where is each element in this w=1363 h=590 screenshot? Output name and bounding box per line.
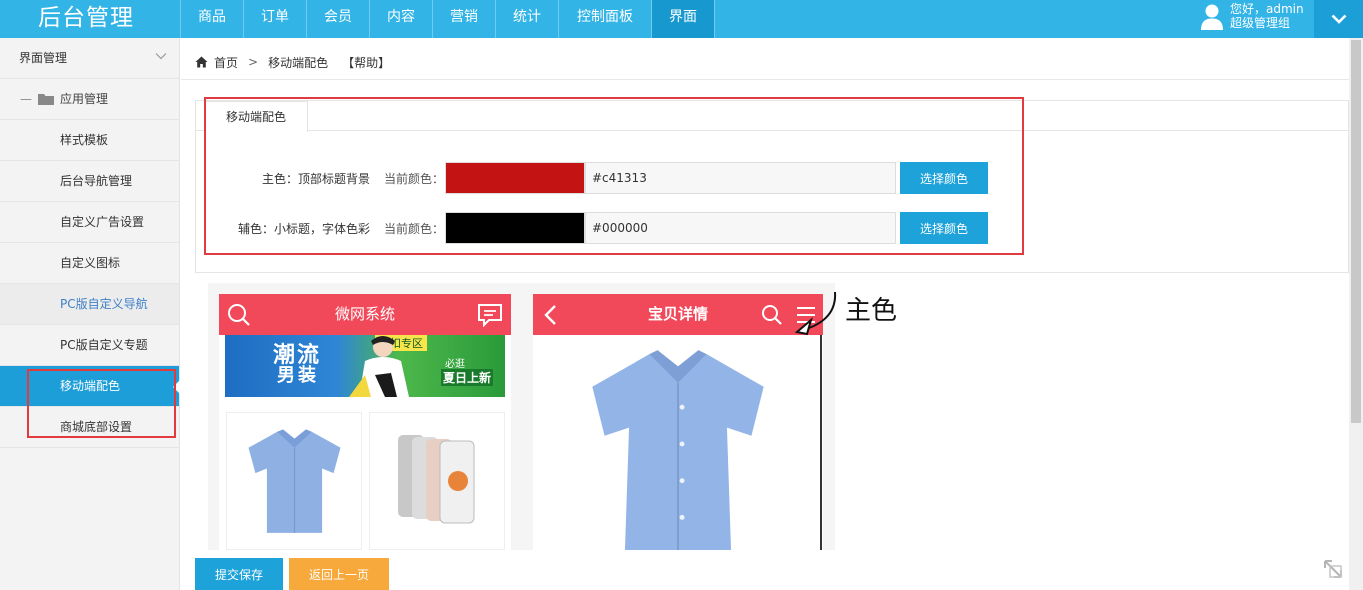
nav-item-marketing[interactable]: 营销 [432, 0, 495, 38]
sidebar: 界面管理 — 应用管理 样式模板 后台导航管理 自定义广告设置 自定义图标 PC… [0, 38, 180, 590]
sidebar-header-label: 界面管理 [19, 51, 68, 65]
search-icon [228, 304, 250, 326]
secondary-color-swatch[interactable] [445, 212, 585, 244]
primary-color-row: 主色：顶部标题背景 当前颜色： 选择颜色 [196, 162, 1096, 194]
top-bar: 后台管理 商品 订单 会员 内容 营销 统计 控制面板 界面 您好，admin … [0, 0, 1363, 38]
sidebar-header[interactable]: 界面管理 [0, 38, 179, 79]
primary-color-swatch[interactable] [445, 162, 585, 194]
sidebar-item-pc-nav[interactable]: PC版自定义导航 [0, 284, 179, 325]
product-card-phone[interactable] [369, 412, 505, 550]
home-icon [195, 56, 208, 68]
secondary-color-input[interactable] [585, 212, 896, 244]
back-arrow-icon [544, 305, 556, 325]
user-menu-toggle[interactable] [1314, 0, 1363, 38]
nav-item-orders[interactable]: 订单 [243, 0, 306, 38]
nav-divider [714, 0, 715, 38]
annotation-label: 主色 [845, 296, 898, 326]
nav-item-members[interactable]: 会员 [306, 0, 369, 38]
banner-subline: 男装 [277, 365, 319, 386]
promo-banner: 折扣专区 潮流 男装 必逛 夏日上新 [225, 335, 505, 397]
breadcrumb-current: 移动端配色 [268, 55, 329, 70]
breadcrumb-home[interactable]: 首页 [214, 54, 238, 71]
phone-edge-line [820, 335, 822, 550]
back-button[interactable]: 返回上一页 [289, 558, 389, 590]
search-icon [762, 305, 782, 325]
chevron-down-icon [155, 53, 167, 60]
vertical-scrollbar[interactable] [1349, 38, 1363, 590]
nav-item-products[interactable]: 商品 [180, 0, 243, 38]
submit-save-button[interactable]: 提交保存 [195, 558, 283, 590]
user-avatar-icon [1201, 4, 1223, 30]
sidebar-item-custom-ads[interactable]: 自定义广告设置 [0, 202, 179, 243]
current-color-label: 当前颜色： [384, 172, 445, 186]
model-figure-icon [349, 336, 409, 397]
primary-color-input[interactable] [585, 162, 896, 194]
current-color-label: 当前颜色： [384, 222, 445, 236]
sidebar-item-footer-settings[interactable]: 商城底部设置 [0, 407, 179, 448]
sidebar-item-pc-topics[interactable]: PC版自定义专题 [0, 325, 179, 366]
nav-item-interface[interactable]: 界面 [651, 0, 714, 38]
breadcrumb: 首页 > 移动端配色 【帮助】 [195, 52, 390, 72]
phone-title: 宝贝详情 [647, 305, 708, 323]
user-role: 超级管理组 [1230, 16, 1291, 30]
shirt-product-icon [592, 350, 764, 550]
sidebar-item-admin-nav[interactable]: 后台导航管理 [0, 161, 179, 202]
tab-mobile-colors[interactable]: 移动端配色 [204, 101, 308, 132]
sidebar-group-app-management[interactable]: — 应用管理 [0, 79, 179, 120]
secondary-color-label: 辅色：小标题，字体色彩 [237, 222, 370, 236]
nav-item-content[interactable]: 内容 [369, 0, 432, 38]
breadcrumb-divider [181, 79, 1349, 80]
shirt-product-icon [248, 429, 341, 533]
main-nav: 商品 订单 会员 内容 营销 统计 控制面板 界面 [180, 0, 715, 38]
phone-product-icon [398, 435, 475, 524]
sidebar-item-style-template[interactable]: 样式模板 [0, 120, 179, 161]
tab-strip: 移动端配色 [196, 101, 1350, 132]
phone-preview-home: 微网系统 折扣专区 潮流 男装 必逛 夏日上新 [219, 294, 511, 550]
sidebar-group-label: 应用管理 [60, 91, 109, 106]
product-card-shirt[interactable] [226, 412, 362, 550]
annotation-arrow-icon [794, 291, 837, 336]
nav-item-control-panel[interactable]: 控制面板 [558, 0, 651, 38]
help-link[interactable]: 【帮助】 [342, 54, 390, 71]
folder-icon [38, 94, 54, 105]
nav-item-stats[interactable]: 统计 [495, 0, 558, 38]
secondary-color-row: 辅色：小标题，字体色彩 当前颜色： 选择颜色 [196, 212, 1096, 244]
user-greeting: 您好，admin [1230, 2, 1304, 16]
message-icon [478, 304, 502, 327]
phone-title-bar: 微网系统 [219, 294, 511, 335]
primary-choose-color-button[interactable]: 选择颜色 [900, 162, 988, 194]
app-logo: 后台管理 [38, 5, 134, 31]
banner-must-tag: 必逛 [445, 359, 465, 370]
sidebar-item-custom-icons[interactable]: 自定义图标 [0, 243, 179, 284]
breadcrumb-separator: > [248, 55, 259, 69]
chevron-down-icon [1331, 14, 1346, 24]
scrollbar-thumb[interactable] [1351, 40, 1361, 423]
user-info[interactable]: 您好，admin 超级管理组 [1196, 0, 1314, 38]
phone-title: 微网系统 [334, 305, 395, 323]
color-settings-panel: 移动端配色 主色：顶部标题背景 当前颜色： 选择颜色 辅色：小标题，字体色彩 当… [195, 100, 1350, 273]
phone-title-bar: 宝贝详情 [533, 294, 823, 335]
collapse-dash: — [20, 91, 32, 106]
phone-preview-detail: 宝贝详情 [533, 294, 823, 550]
sidebar-item-mobile-colors[interactable]: 移动端配色 [0, 366, 180, 407]
banner-new-tag: 夏日上新 [440, 369, 493, 386]
resize-icon[interactable] [1322, 558, 1344, 580]
primary-color-label: 主色：顶部标题背景 [261, 172, 370, 186]
secondary-choose-color-button[interactable]: 选择颜色 [900, 212, 988, 244]
